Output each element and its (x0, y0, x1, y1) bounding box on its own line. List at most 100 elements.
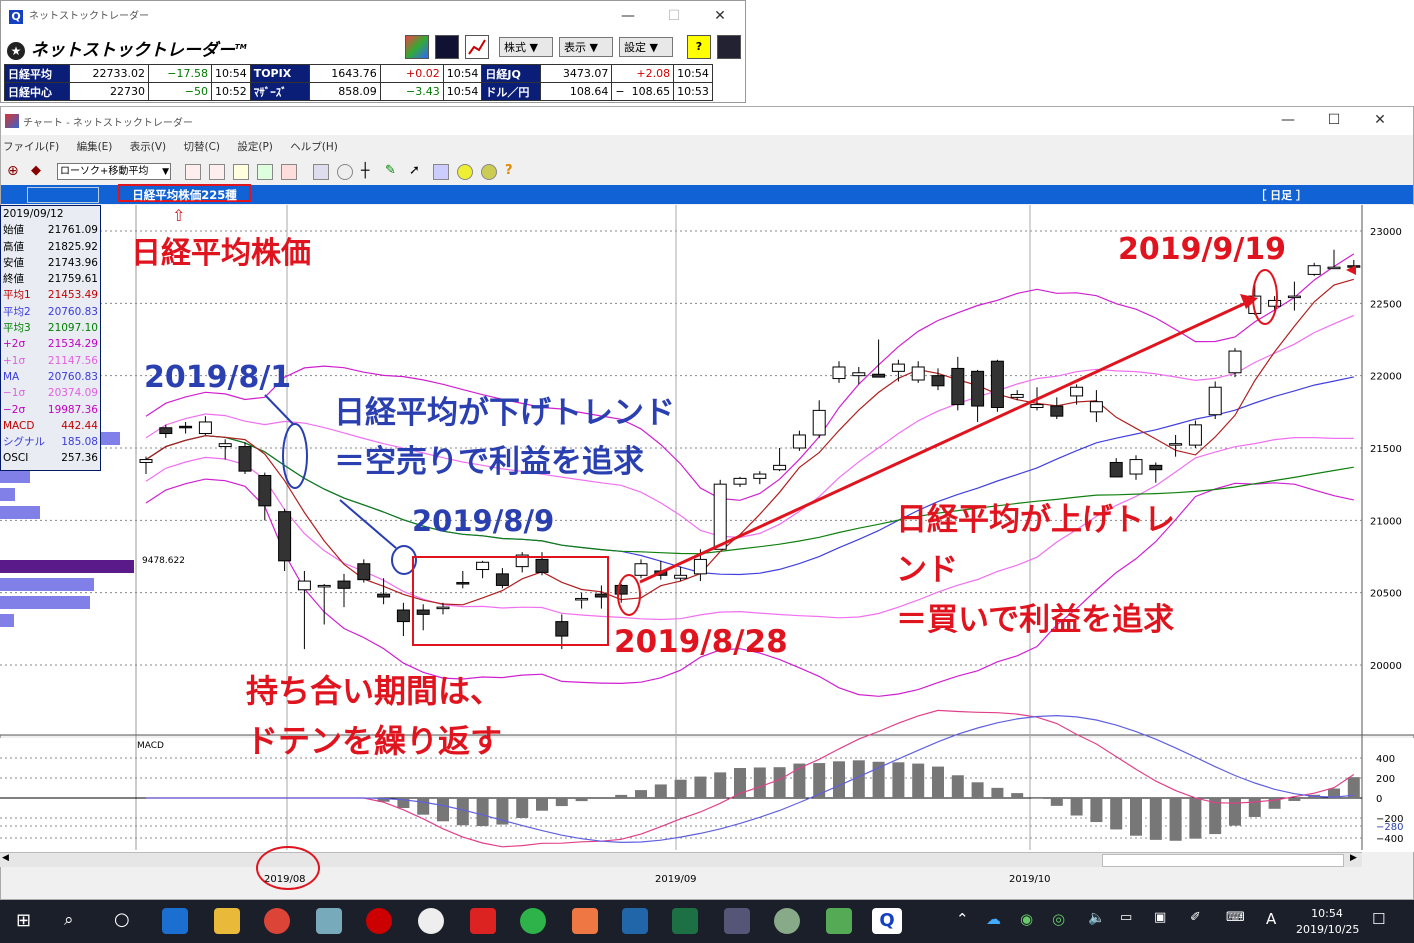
tray-circle-icon[interactable]: ◉ (1020, 910, 1033, 928)
record-icon[interactable] (366, 908, 392, 934)
chrome-icon[interactable] (264, 908, 290, 934)
quote-label[interactable]: 日経中心 (4, 82, 70, 101)
cloud-icon[interactable]: ☁ (986, 910, 1001, 928)
candlestick-chart[interactable]: 23000 22500 22000 21500 21000 20500 20000 400 20… (0, 205, 1414, 865)
globe-icon[interactable] (337, 164, 353, 180)
candle-body (931, 375, 945, 387)
tool-icon-3[interactable] (233, 164, 249, 180)
pen-icon[interactable]: ✎ (385, 164, 401, 180)
symbol-code-box[interactable] (27, 187, 99, 203)
monitor-icon[interactable] (717, 35, 741, 59)
tool-icon-4[interactable] (257, 164, 273, 180)
q-app-icon[interactable]: Q (872, 908, 902, 934)
info-key: 平均3 (3, 322, 31, 335)
pen-tray-icon[interactable]: ✐ (1190, 910, 1201, 925)
windows-start-icon[interactable]: ⊞ (16, 910, 31, 931)
stock-menu-label: 株式 (504, 41, 526, 54)
tool-icon-5[interactable] (281, 164, 297, 180)
chart-header-bar: 日経平均株価225種 ［ 日足 ］ (1, 184, 1363, 204)
info-key: 安値 (3, 256, 24, 269)
quote-label[interactable]: ドル／円 (481, 82, 542, 101)
board-icon[interactable] (435, 35, 459, 59)
package-icon[interactable] (572, 908, 598, 934)
chart-app-icon (5, 114, 19, 128)
menu-view[interactable]: 表示(V) (130, 141, 166, 153)
quote-label[interactable]: TOPIX (249, 64, 310, 83)
app-logo: ★ ネットストックトレーダーTM (7, 36, 247, 61)
menu-settings[interactable]: 設定(P) (237, 141, 273, 153)
task-view-icon[interactable]: ○ (114, 909, 130, 930)
chart-type-select[interactable]: ローソク+移動平均 ▼ (57, 163, 171, 180)
candle-body (693, 558, 707, 575)
minimize-button[interactable]: — (605, 1, 651, 33)
scrollbar-thumb[interactable] (1102, 854, 1344, 867)
scroll-right-icon[interactable]: ▶ (1350, 853, 1357, 863)
tool-icon-2[interactable] (209, 164, 225, 180)
keyboard-icon[interactable]: ⌨ (1226, 910, 1245, 925)
chart-icon[interactable] (465, 35, 489, 59)
paint-icon[interactable] (774, 908, 800, 934)
candle-body (495, 573, 509, 586)
network-icon[interactable]: ▣ (1154, 910, 1166, 925)
search-icon[interactable]: ⌕ (64, 910, 74, 930)
volume-icon[interactable]: 🔈 (1088, 910, 1105, 926)
candle-body (357, 563, 371, 581)
clock[interactable]: 10:54 2019/10/25 (1296, 906, 1359, 938)
chart-app-icon[interactable] (724, 908, 750, 934)
scroll-left-icon[interactable]: ◀ (2, 853, 9, 863)
cross-icon[interactable]: ⊕ (7, 163, 19, 179)
candle-body (990, 360, 1004, 408)
edge-icon[interactable] (162, 908, 188, 934)
close-button[interactable]: ✕ (1357, 105, 1403, 137)
feather-icon[interactable] (622, 908, 648, 934)
onigiri-icon[interactable] (418, 908, 444, 934)
stock-menu-button[interactable]: 株式 ▼ (499, 37, 553, 57)
notification-icon[interactable]: ☐ (1372, 910, 1385, 928)
help-icon[interactable]: ? (505, 164, 521, 180)
macd-histogram-bar (654, 784, 667, 798)
coins-icon[interactable] (481, 164, 497, 180)
menu-help[interactable]: ヘルプ(H) (290, 141, 338, 153)
quote-label[interactable]: 日経平均 (4, 64, 70, 83)
mail-icon[interactable] (826, 908, 852, 934)
eraser-icon[interactable] (433, 164, 449, 180)
order-icon[interactable] (405, 35, 429, 59)
info-key: 終値 (3, 273, 24, 286)
coin-icon[interactable] (457, 164, 473, 180)
crosshair-icon[interactable]: ┼ (361, 164, 377, 180)
tool-icon-1[interactable] (185, 164, 201, 180)
quote-price: 1643.76 (308, 64, 381, 83)
candle-body (792, 434, 806, 449)
settings-menu-button[interactable]: 設定 ▼ (619, 37, 673, 57)
explorer-icon[interactable] (214, 908, 240, 934)
excel-icon[interactable] (672, 908, 698, 934)
tray-chevron-icon[interactable]: ⌃ (956, 910, 969, 928)
pdf-icon[interactable] (470, 908, 496, 934)
quote-label[interactable]: ﾏｻﾞｰｽﾞ (249, 82, 310, 101)
horizontal-scrollbar[interactable]: ◀ ▶ (0, 852, 1362, 867)
volume-profile-bar (0, 506, 40, 519)
bb-icon[interactable] (313, 164, 329, 180)
view-menu-button[interactable]: 表示 ▼ (559, 37, 613, 57)
tray-sync-icon[interactable]: ◎ (1052, 910, 1065, 928)
app-icon[interactable] (316, 908, 342, 934)
price-tick-label: 21500 (1370, 444, 1402, 455)
menu-edit[interactable]: 編集(E) (77, 141, 113, 153)
period-label[interactable]: ［ 日足 ］ (1255, 187, 1307, 203)
macd-histogram-bar (1169, 798, 1182, 841)
pointer-icon[interactable]: ➚ (409, 164, 425, 180)
candle-body (1030, 404, 1044, 408)
ime-indicator[interactable]: A (1266, 910, 1276, 928)
maximize-button[interactable]: ☐ (1311, 105, 1357, 137)
menu-file[interactable]: ファイル(F) (3, 141, 59, 153)
price-tick-label: 20500 (1370, 589, 1402, 600)
candle-icon[interactable]: ◆ (31, 163, 41, 178)
maximize-button[interactable]: ☐ (651, 1, 697, 33)
help-icon[interactable]: ? (687, 35, 711, 59)
close-button[interactable]: ✕ (697, 1, 743, 33)
battery-icon[interactable]: ▭ (1120, 910, 1132, 925)
evernote-icon[interactable] (520, 908, 546, 934)
minimize-button[interactable]: — (1265, 105, 1311, 137)
menu-switch[interactable]: 切替(C) (183, 141, 220, 153)
quote-label[interactable]: 日経JQ (481, 64, 542, 83)
